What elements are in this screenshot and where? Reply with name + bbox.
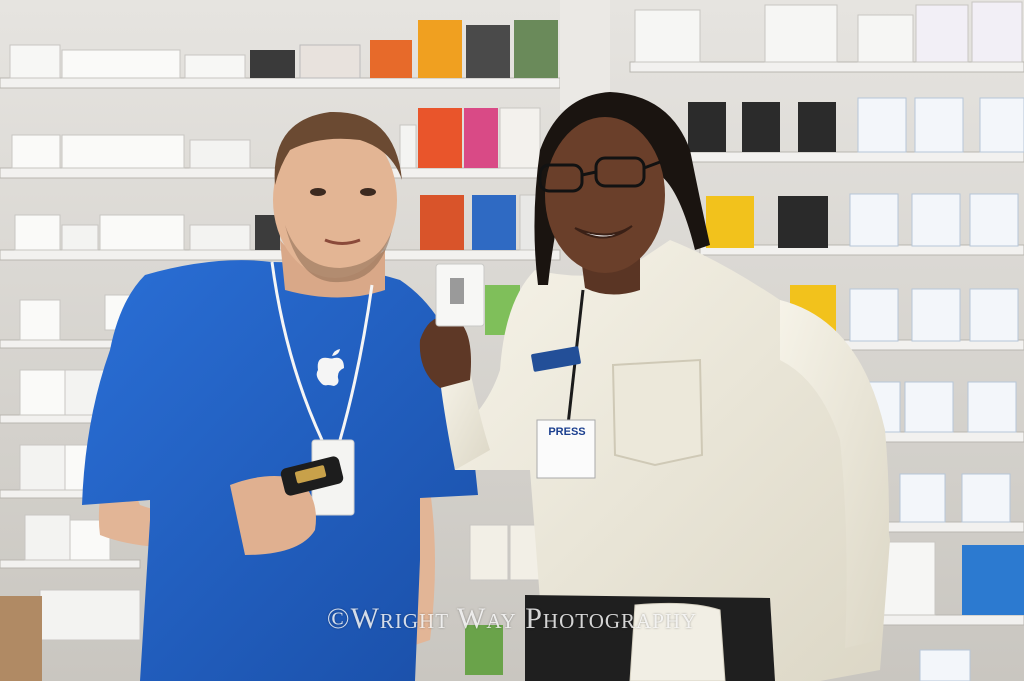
watermark: ©Wright Way Photography [326, 602, 698, 635]
store-photo: PRESS ©Wright Way Photography [0, 0, 1024, 681]
press-badge-label: PRESS [548, 426, 586, 438]
photo-canvas [0, 0, 1024, 681]
